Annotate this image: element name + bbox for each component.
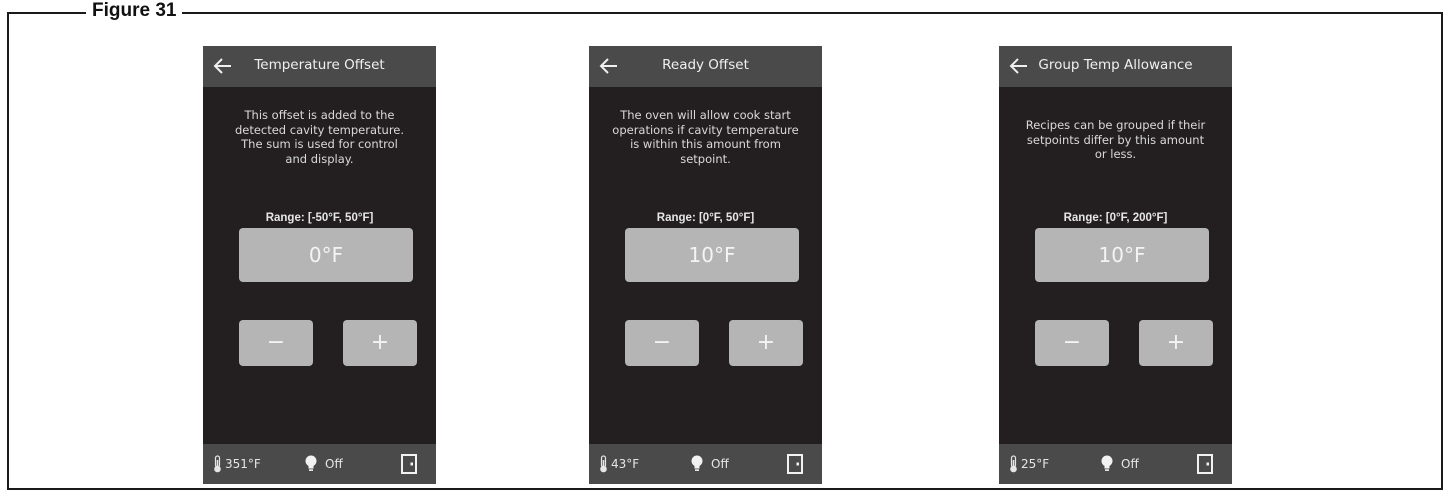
cavity-temperature: 25°F xyxy=(1009,455,1049,473)
screen-group-temp-allowance: Group Temp Allowance Recipes can be grou… xyxy=(999,46,1232,484)
oven-light-toggle[interactable]: Off xyxy=(691,455,729,473)
temperature-readout: 351°F xyxy=(225,457,261,471)
status-bar: 43°F Off xyxy=(589,444,822,484)
value-field[interactable]: 0°F xyxy=(239,228,413,282)
header-bar: Group Temp Allowance xyxy=(999,46,1232,87)
status-bar: 25°F Off xyxy=(999,444,1232,484)
range-label: Range: [-50°F, 50°F] xyxy=(265,212,374,224)
door-icon xyxy=(787,454,803,474)
light-status: Off xyxy=(325,457,343,471)
oven-light-toggle[interactable]: Off xyxy=(305,455,343,473)
page-title: Ready Offset xyxy=(662,57,749,73)
decrement-button[interactable]: − xyxy=(625,320,699,366)
header-bar: Temperature Offset xyxy=(203,46,436,87)
decrement-button[interactable]: − xyxy=(239,320,313,366)
description-line: setpoint. xyxy=(680,151,731,166)
temperature-readout: 25°F xyxy=(1021,457,1050,471)
screen-ready-offset: Ready Offset The oven will allow cook st… xyxy=(589,46,822,484)
description: The oven will allow cook start operation… xyxy=(607,108,804,166)
description-line: is within this amount from xyxy=(630,137,781,151)
increment-button[interactable]: + xyxy=(1139,320,1213,366)
range-label: Range: [0°F, 200°F] xyxy=(1063,212,1168,224)
description: Recipes can be grouped if their setpoint… xyxy=(1017,118,1214,162)
temperature-readout: 43°F xyxy=(611,457,640,471)
description-line: operations if cavity temperature xyxy=(612,122,799,137)
light-status: Off xyxy=(711,457,729,471)
description-line: Recipes can be grouped if their xyxy=(1025,118,1206,132)
page-title: Temperature Offset xyxy=(254,57,385,73)
figure-label: Figure 31 xyxy=(86,0,183,22)
oven-light-toggle[interactable]: Off xyxy=(1101,455,1139,473)
increment-button[interactable]: + xyxy=(343,320,417,366)
header-bar: Ready Offset xyxy=(589,46,822,87)
door-icon xyxy=(1197,454,1213,474)
description-line: detected cavity temperature. xyxy=(234,122,405,137)
thermometer-icon xyxy=(1010,455,1017,473)
description-line: The oven will allow cook start xyxy=(620,108,791,122)
range-label: Range: [0°F, 50°F] xyxy=(656,212,755,224)
thermometer-icon xyxy=(600,455,607,473)
value-field[interactable]: 10°F xyxy=(1035,228,1209,282)
value-field[interactable]: 10°F xyxy=(625,228,799,282)
door-icon xyxy=(401,454,417,474)
increment-button[interactable]: + xyxy=(729,320,803,366)
thermometer-icon xyxy=(214,455,221,473)
description-line: or less. xyxy=(1094,147,1137,161)
decrement-button[interactable]: − xyxy=(1035,320,1109,366)
description-line: and display. xyxy=(285,151,354,166)
light-bulb-icon xyxy=(691,455,703,471)
description-line: setpoints differ by this amount xyxy=(1026,132,1205,147)
cavity-temperature: 43°F xyxy=(599,455,639,473)
light-status: Off xyxy=(1121,457,1139,471)
status-bar: 351°F Off xyxy=(203,444,436,484)
page-title: Group Temp Allowance xyxy=(1038,57,1193,73)
light-bulb-icon xyxy=(1101,455,1113,471)
light-bulb-icon xyxy=(305,455,317,471)
cavity-temperature: 351°F xyxy=(213,455,261,473)
description: This offset is added to the detected cav… xyxy=(221,108,418,166)
description-line: The sum is used for control xyxy=(241,137,398,151)
description-line: This offset is added to the xyxy=(244,108,395,122)
screen-temperature-offset: Temperature Offset This offset is added … xyxy=(203,46,436,484)
